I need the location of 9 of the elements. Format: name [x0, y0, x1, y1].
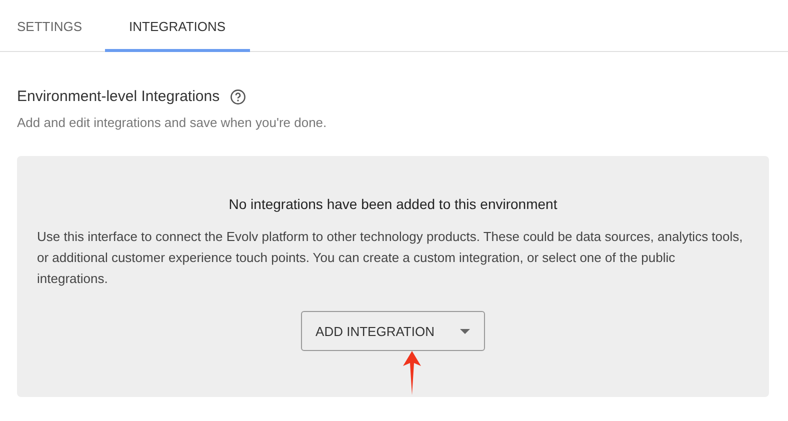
section-subtitle: Add and edit integrations and save when you're done. — [17, 115, 328, 130]
tab[interactable]: INTEGRATIONS — [105, 0, 250, 52]
caret-icon — [460, 328, 470, 334]
help-icon[interactable] — [230, 88, 246, 104]
empty-state-title: No integrations have been added to this environment — [228, 196, 558, 212]
tab[interactable]: SETTINGS — [0, 0, 106, 52]
empty-state-description: Use this interface to connect the Evolv platform to other technology products. These could be data sources, analytics tools, or additional customer experience touch points. You can create a custom integration, or select one of the public integrations. — [37, 228, 744, 288]
section-title: Environment-level Integrations — [17, 88, 220, 105]
add-integration-button[interactable]: ADD INTEGRATION — [300, 311, 486, 351]
